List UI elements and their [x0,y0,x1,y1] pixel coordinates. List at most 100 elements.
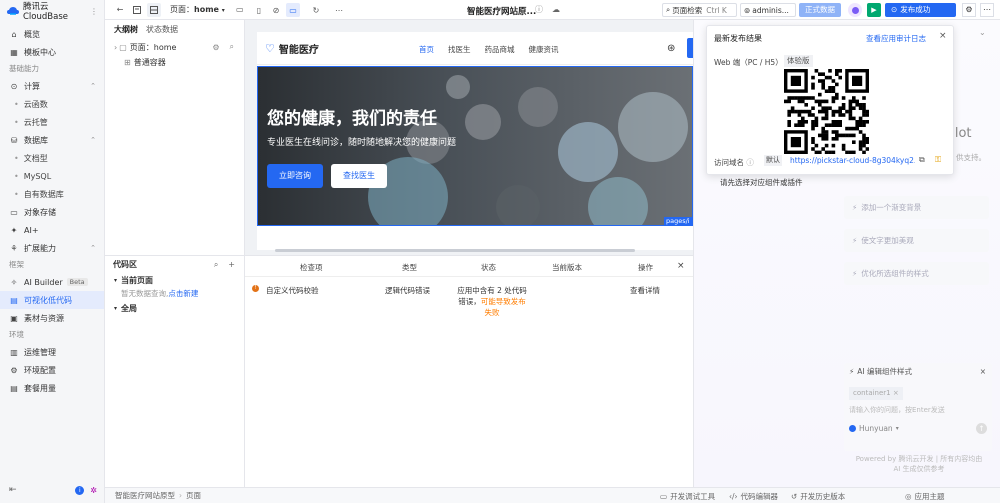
desktop-view-icon[interactable]: ▭ [286,3,300,17]
page-file-icon[interactable]: ▭ [233,3,247,17]
page-node-icon: ▢ [119,42,127,52]
copilot-collapse-icon[interactable]: ⌄ [979,28,986,37]
create-query-link[interactable]: 点击新建 [168,289,198,298]
sidebar-subitem[interactable]: 云函数 [0,95,104,113]
app-theme-button[interactable]: ◎ 应用主题 [905,491,945,502]
caret-down-icon: ▾ [114,276,118,284]
domain-label-text: 访问域名 [714,158,744,167]
expand-icon[interactable]: › [114,43,117,52]
sidebar-item[interactable]: ⌂ 概览 [0,25,104,43]
view-details-link[interactable]: 查看详情 [630,285,660,296]
code-editor-button[interactable]: ‹/› 代码编辑器 [729,491,778,502]
brand-more-icon[interactable]: ⋮ [90,7,98,16]
sidebar-item[interactable]: ▣ 素材与资源 [0,309,104,327]
page-settings-icon[interactable]: ⚙ [212,43,219,52]
code-editor-label: 代码编辑器 [740,492,779,501]
page-search-box[interactable]: ⌕ 页面检索 Ctrl K [662,3,737,17]
back-icon[interactable]: ← [113,3,127,17]
collapse-caret-icon[interactable]: ⌃ [90,136,96,144]
history-button[interactable]: ↺ 开发历史版本 [791,491,845,502]
compute-icon: ⊙ [10,81,18,91]
collapse-caret-icon[interactable]: ⌃ [90,82,96,90]
powered-line-2: AI 生成仅供参考 [893,465,945,473]
nav-doctors[interactable]: 找医生 [448,44,471,55]
publish-button[interactable]: ⊙ 发布成功 [885,3,956,17]
sidebar-item[interactable]: ▦ 模板中心 [0,43,104,61]
breadcrumb-app[interactable]: 智能医疗网站原型 [115,490,175,501]
sidebar-item[interactable]: ⚘ 扩展能力 ⌃ [0,239,104,257]
consult-now-button[interactable]: 立即咨询 [267,164,323,188]
tab-outline[interactable]: 大纲树 [110,24,142,35]
ai-input[interactable]: 请输入你的问题，按Enter发送 [844,405,992,415]
refresh-icon[interactable]: ↻ [309,3,323,17]
tree-node-page[interactable]: › ▢ 页面：home ⚙ ⌕ [105,39,244,55]
env-data-button[interactable]: 正式数据 [799,3,841,17]
model-selector[interactable]: Hunyuan ▾ ↑ [844,423,992,434]
suggestion-text-style[interactable]: ⚡ 使文字更加美观 [844,229,989,252]
hide-icon[interactable]: ⊘ [269,3,283,17]
nav-news[interactable]: 健康资讯 [529,44,559,55]
layout-view-icon[interactable] [147,2,161,17]
mobile-view-icon[interactable]: ▯ [252,3,266,17]
sidebar-item[interactable]: ✦ AI+ [0,221,104,239]
collapse-caret-icon[interactable]: ⌃ [90,244,96,252]
caret-down-icon: ▾ [114,304,118,312]
sidebar-item[interactable]: ▤ 套餐用量 [0,379,104,397]
canvas-scrollbar[interactable] [275,249,635,252]
debug-tools-button[interactable]: ▭ 开发调试工具 [660,491,715,502]
nav-pharmacy[interactable]: 药品商城 [485,44,515,55]
sidebar-item[interactable]: ▥ 运维管理 [0,343,104,361]
notification-icon[interactable]: i [75,485,85,495]
code-section-global[interactable]: ▾ 全局 [105,301,244,315]
sidebar-subitem[interactable]: MySQL [0,167,104,185]
preview-play-icon[interactable]: ▶ [867,3,881,17]
sidebar-subitem[interactable]: 文档型 [0,149,104,167]
ai-icon: ✦ [10,225,18,235]
key-icon[interactable]: ⚿ [935,155,941,165]
hero-subtitle: 专业医生在线问诊，随时随地解决您的健康问题 [267,138,457,148]
copilot-icon[interactable] [848,3,862,17]
more-icon[interactable]: ⋯ [332,3,346,17]
page-selector[interactable]: home ▾ [194,5,225,14]
tree-node-container[interactable]: ⊞ 普通容器 [105,55,244,69]
sidebar-subitem[interactable]: 自有数据库 [0,185,104,203]
more-options-icon[interactable]: ⋯ [980,3,994,17]
copy-icon[interactable]: ⧉ [919,155,925,165]
suggestion-gradient[interactable]: ⚡ 添加一个渐变背景 [844,196,989,219]
sidebar-item[interactable]: ⛁ 数据库 ⌃ [0,131,104,149]
sidebar-item[interactable]: ⚙ 环境配置 [0,361,104,379]
collapse-sidebar-icon[interactable]: ⇤ [9,485,17,495]
audit-log-link[interactable]: 查看应用审计日志 [866,33,926,44]
close-check-panel-icon[interactable]: × [677,261,685,271]
code-search-icon[interactable]: ⌕ [214,260,218,270]
tree-search-icon[interactable]: ⌕ [230,42,234,52]
close-ai-edit-icon[interactable]: × [980,367,986,376]
theme-gear-icon[interactable]: ✲ [90,486,97,495]
tab-state-data[interactable]: 状态数据 [142,24,182,35]
breadcrumb-page[interactable]: 页面 [186,490,201,501]
account-icon[interactable]: ⊛ [667,43,675,54]
user-menu[interactable]: ⊚ adminis... [740,3,796,17]
component-chip[interactable]: container1 × [849,387,903,400]
outline-view-icon[interactable] [130,3,144,17]
nav-home[interactable]: 首页 [419,44,434,55]
code-add-icon[interactable]: + [228,260,235,269]
close-popup-icon[interactable]: × [939,31,947,41]
settings-icon[interactable]: ⚙ [962,3,976,17]
brand: 腾讯云CloudBase ⋮ [0,0,104,22]
info-icon[interactable]: ⓘ [535,4,543,15]
sidebar-item[interactable]: ▤ 可视化低代码 [0,291,104,309]
sidebar-item-label: 素材与资源 [24,313,64,323]
find-doctor-button[interactable]: 查找医生 [331,164,387,188]
access-url-link[interactable]: https://pickstar-cloud-8g304kyq2... [790,156,915,165]
send-icon[interactable]: ↑ [976,423,987,434]
suggestion-optimize[interactable]: ⚡ 优化所选组件的样式 [844,262,989,285]
sidebar-item[interactable]: ▭ 对象存储 [0,203,104,221]
cloud-sync-icon[interactable]: ☁ [552,5,560,14]
header-check-item: 检查项 [300,263,323,272]
sidebar-subitem[interactable]: 云托管 [0,113,104,131]
sidebar-item[interactable]: ✧ AI Builder Beta [0,273,104,291]
info-icon[interactable]: ⓘ [746,158,754,167]
code-section-current-page[interactable]: ▾ 当前页面 [105,273,244,287]
sidebar-item[interactable]: ⊙ 计算 ⌃ [0,77,104,95]
